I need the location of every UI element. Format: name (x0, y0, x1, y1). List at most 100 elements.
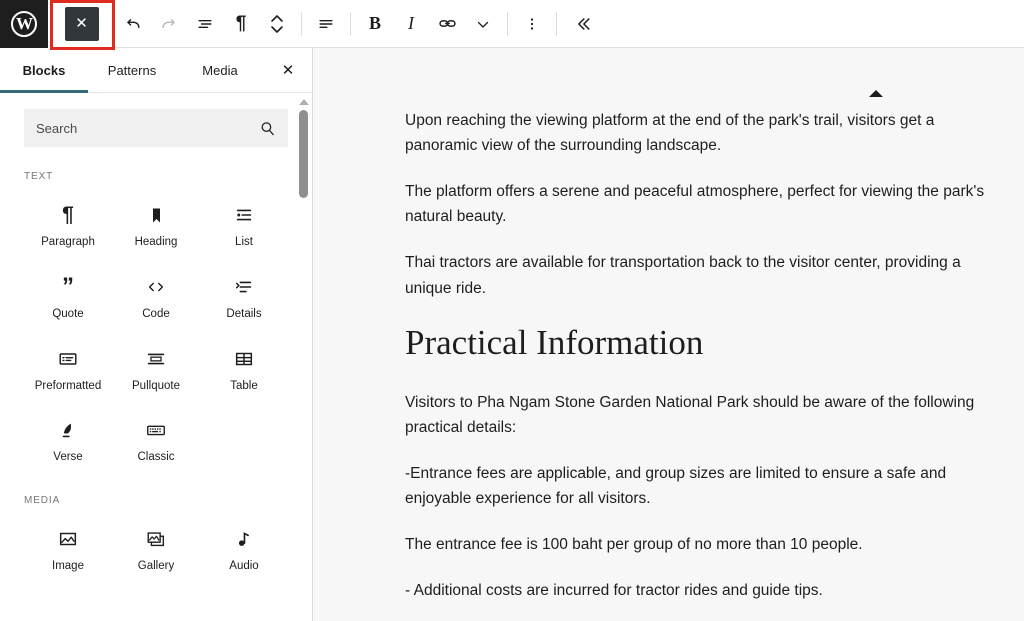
block-label: Table (230, 379, 258, 392)
block-item-preformatted[interactable]: Preformatted (24, 332, 112, 400)
more-options-icon[interactable] (514, 4, 550, 44)
scrollbar-thumb[interactable] (299, 110, 308, 198)
heading-block[interactable]: Practical Information (405, 322, 1024, 364)
tab-blocks-label: Blocks (22, 62, 66, 78)
close-inserter-button[interactable]: ✕ (48, 0, 115, 48)
align-left-glyph (319, 19, 333, 28)
move-up-down-icon[interactable] (259, 4, 295, 44)
align-left-icon[interactable] (308, 4, 344, 44)
wordpress-logo-button[interactable]: W (0, 0, 48, 48)
block-item-table[interactable]: Table (200, 332, 288, 400)
audio-icon (233, 524, 255, 554)
details-icon (233, 272, 255, 302)
paragraph-block[interactable]: Visitors to Pha Ngam Stone Garden Nation… (405, 390, 1005, 440)
search-icon (258, 119, 276, 137)
block-item-heading[interactable]: Heading (112, 188, 200, 256)
list-view-glyph (198, 19, 212, 28)
pilcrow-glyph: ¶ (235, 12, 247, 34)
list-icon (233, 200, 255, 230)
vertical-dots-glyph (530, 17, 534, 30)
italic-icon[interactable]: I (393, 4, 429, 44)
preformatted-icon (57, 344, 79, 374)
block-item-verse[interactable]: Verse (24, 403, 112, 471)
section-label-media: MEDIA (24, 495, 61, 507)
quote-icon: ” (62, 272, 74, 300)
preformatted-glyph (59, 352, 77, 365)
details-glyph (235, 281, 252, 293)
block-item-pullquote[interactable]: Pullquote (112, 332, 200, 400)
redo-icon[interactable] (151, 4, 187, 44)
inserter-scrollbar[interactable] (298, 94, 309, 621)
link-icon[interactable] (429, 4, 465, 44)
block-label: Image (52, 560, 84, 573)
block-item-quote[interactable]: ” Quote (24, 260, 112, 328)
table-grid-glyph (235, 352, 253, 365)
magnifier-glyph (261, 121, 274, 135)
music-note-glyph (238, 532, 249, 547)
block-item-gallery[interactable]: Gallery (112, 512, 200, 580)
tab-patterns[interactable]: Patterns (88, 48, 176, 92)
block-label: Paragraph (41, 236, 95, 248)
toolbar-divider (350, 11, 351, 36)
pen-nib-glyph (62, 423, 72, 438)
block-grid-text: ¶ Paragraph Heading List ” Quote Code De… (24, 188, 288, 471)
toolbar-divider (301, 11, 302, 36)
gallery-glyph (147, 532, 165, 547)
paragraph-block[interactable]: The entrance fee is 100 baht per group o… (405, 532, 1005, 557)
toolbar-divider (507, 11, 508, 36)
italic-glyph: I (408, 13, 414, 33)
block-item-image[interactable]: Image (24, 512, 112, 580)
block-item-list[interactable]: List (200, 188, 288, 256)
paragraph-block-type-icon[interactable]: ¶ (223, 4, 259, 44)
chevron-down-glyph (477, 21, 489, 28)
editor-body: Blocks Patterns Media ✕ Search TEXT ¶ Pa… (0, 48, 1024, 621)
block-caret-icon (869, 90, 883, 97)
block-label: Details (226, 307, 262, 320)
chevron-down-icon[interactable] (465, 4, 501, 44)
block-label: Classic (137, 451, 175, 464)
bold-icon[interactable]: B (357, 4, 393, 44)
paragraph-block[interactable]: Thai tractors are available for transpor… (405, 250, 1005, 300)
search-input[interactable]: Search (24, 109, 288, 147)
block-label: Heading (134, 236, 178, 248)
triangle-up-glyph (298, 98, 309, 105)
gallery-icon (145, 524, 167, 554)
bold-glyph: B (368, 13, 381, 33)
chain-link-glyph (438, 20, 456, 27)
block-label: Pullquote (132, 379, 180, 392)
inserter-scroll-area: Search TEXT ¶ Paragraph Heading List ” Q… (0, 93, 312, 621)
block-grid-media: Image Gallery Audio (24, 512, 288, 580)
list-view-icon[interactable] (187, 4, 223, 44)
undo-arrow-glyph (127, 18, 140, 28)
tab-media[interactable]: Media (176, 48, 264, 92)
post-content: Upon reaching the viewing platform at th… (313, 48, 1024, 621)
paragraph-block[interactable]: The platform offers a serene and peacefu… (405, 179, 1005, 229)
block-item-audio[interactable]: Audio (200, 512, 288, 580)
heading-icon (146, 200, 167, 230)
paragraph-block[interactable]: -Entrance fees are applicable, and group… (405, 461, 1005, 511)
block-label: Verse (53, 451, 83, 464)
verse-icon (57, 415, 79, 445)
double-chevron-left-glyph (578, 17, 590, 30)
paragraph-block[interactable]: - Additional costs are incurred for trac… (405, 578, 1005, 603)
wordpress-block-editor: W ✕ ¶ B I Blocks Patterns Media ✕ Search… (0, 0, 1024, 621)
block-label: Audio (229, 560, 259, 573)
code-icon (145, 272, 167, 302)
block-item-code[interactable]: Code (112, 260, 200, 328)
block-item-classic[interactable]: Classic (112, 403, 200, 471)
image-icon (57, 524, 79, 554)
undo-icon[interactable] (115, 4, 151, 44)
search-placeholder-text: Search (36, 120, 78, 136)
block-item-details[interactable]: Details (200, 260, 288, 328)
block-label: Preformatted (34, 379, 102, 392)
close-inserter-panel-icon[interactable]: ✕ (264, 48, 312, 92)
keyboard-glyph (147, 426, 165, 436)
tab-blocks[interactable]: Blocks (0, 48, 88, 93)
paragraph-block[interactable]: Upon reaching the viewing platform at th… (405, 108, 1005, 158)
post-content-canvas[interactable]: Upon reaching the viewing platform at th… (313, 48, 1024, 621)
scroll-up-arrow-icon[interactable] (298, 96, 309, 107)
angle-brackets-glyph (148, 282, 164, 292)
collapse-sidebar-icon[interactable] (563, 4, 603, 44)
block-label: List (235, 236, 253, 248)
block-item-paragraph[interactable]: ¶ Paragraph (24, 188, 112, 256)
